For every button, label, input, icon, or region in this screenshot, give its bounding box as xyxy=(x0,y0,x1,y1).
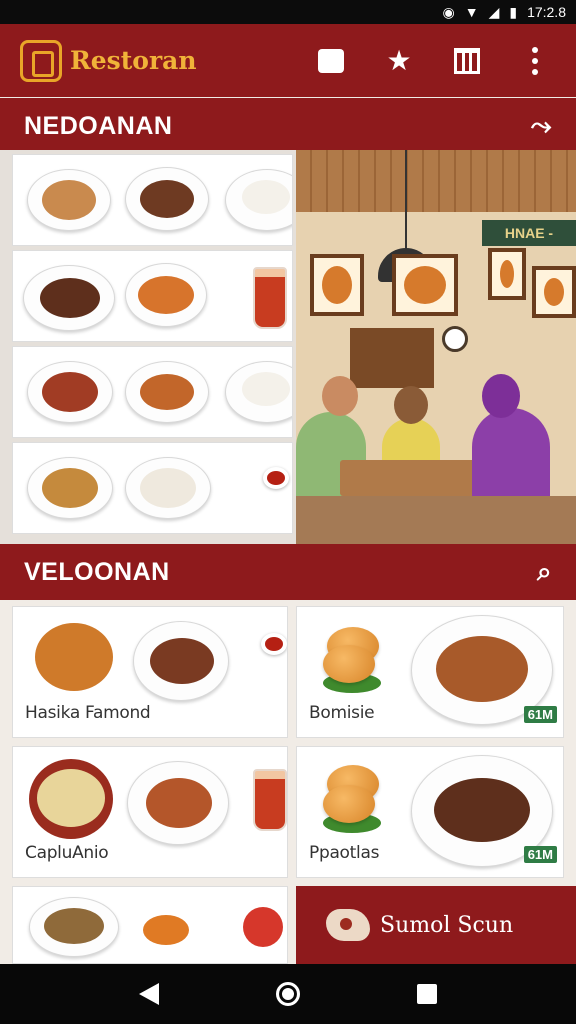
sauce-bowl xyxy=(263,467,289,489)
square-button[interactable] xyxy=(310,40,352,82)
menu-book-button[interactable] xyxy=(446,40,488,82)
dish-plate xyxy=(27,361,113,423)
dish-image xyxy=(143,915,189,945)
more-vert-icon xyxy=(532,46,538,75)
menu-card[interactable] xyxy=(12,886,288,964)
app-title: Restoran xyxy=(70,46,197,75)
menu-card[interactable]: CapluAnio xyxy=(12,746,288,878)
drink-glass xyxy=(253,769,287,831)
dish-plate xyxy=(29,897,119,957)
signal-icon: ◢ xyxy=(488,4,500,20)
system-nav-bar xyxy=(0,964,576,1024)
search-icon[interactable]: ⌕ xyxy=(537,556,552,588)
card-label: CapluAnio xyxy=(25,843,109,863)
section-header-top: NEDOANAN ⤳ xyxy=(0,98,576,154)
section-title-top: NEDOANAN xyxy=(24,111,173,140)
card-label: Ppaotlas xyxy=(309,843,380,863)
status-bar: ◉ ▼ ◢ ▮ 17:2.8 xyxy=(0,0,576,24)
section-header-bottom: VELOONAN ⌕ xyxy=(0,544,576,600)
home-icon[interactable] xyxy=(275,982,300,1006)
section-title-bottom: VELOONAN xyxy=(24,557,170,586)
dish-image xyxy=(243,907,283,947)
card-label: Hasika Famond xyxy=(25,703,151,723)
swap-icon[interactable]: ⤳ xyxy=(531,110,552,142)
book-icon xyxy=(454,47,480,74)
app-bar-actions: ★ xyxy=(310,40,556,82)
dish-row[interactable] xyxy=(12,250,293,342)
app-bar: Restoran ★ xyxy=(0,24,576,97)
dish-plate xyxy=(133,621,229,701)
dish-plate xyxy=(225,361,292,423)
square-icon xyxy=(318,48,344,73)
wall-picture xyxy=(532,266,576,318)
dish-image xyxy=(35,623,113,691)
dish-plate xyxy=(225,169,292,231)
dish-row[interactable] xyxy=(12,154,293,246)
wall-picture xyxy=(310,254,364,316)
dish-plate xyxy=(125,167,209,231)
back-icon[interactable] xyxy=(138,983,159,1005)
star-icon: ★ xyxy=(386,45,412,76)
featured-dishes-panel xyxy=(0,150,296,544)
recents-icon[interactable] xyxy=(417,984,438,1004)
dish-plate xyxy=(125,263,207,327)
dish-row[interactable] xyxy=(12,346,293,438)
sync-icon: ◉ xyxy=(442,4,455,20)
promo-icon xyxy=(326,909,370,941)
wall-clock xyxy=(442,326,468,352)
dish-plate xyxy=(23,265,115,331)
sauce-bowl xyxy=(261,633,287,655)
favorites-button[interactable]: ★ xyxy=(378,40,420,82)
restaurant-logo-icon xyxy=(20,39,62,82)
dish-row[interactable] xyxy=(12,442,293,534)
shelf xyxy=(350,328,434,388)
status-time: 17:2.8 xyxy=(527,4,566,20)
promo-label: Sumol Scun xyxy=(380,912,514,938)
price-badge: 61M xyxy=(523,706,557,723)
price-badge: 61M xyxy=(523,846,557,863)
drink-glass xyxy=(253,267,287,329)
customer-person xyxy=(472,408,550,508)
wall-picture xyxy=(392,254,458,316)
menu-card[interactable]: Ppaotlas 61M xyxy=(296,746,564,878)
menu-card[interactable]: Bomisie 61M xyxy=(296,606,564,738)
battery-icon: ▮ xyxy=(509,4,518,20)
menu-card[interactable]: Hasika Famond xyxy=(12,606,288,738)
dish-plate xyxy=(125,361,209,423)
dish-plate xyxy=(27,457,113,519)
wifi-icon: ▼ xyxy=(464,4,479,20)
restaurant-scene-image: HNAE - xyxy=(296,150,576,544)
wall-picture xyxy=(488,248,526,300)
more-options-button[interactable] xyxy=(514,40,556,82)
wall-sign: HNAE - xyxy=(482,220,576,246)
dish-plate xyxy=(27,169,111,231)
card-label: Bomisie xyxy=(309,703,375,723)
promo-banner[interactable]: Sumol Scun xyxy=(296,886,576,964)
dish-plate xyxy=(127,761,229,845)
dish-plate xyxy=(125,457,211,519)
